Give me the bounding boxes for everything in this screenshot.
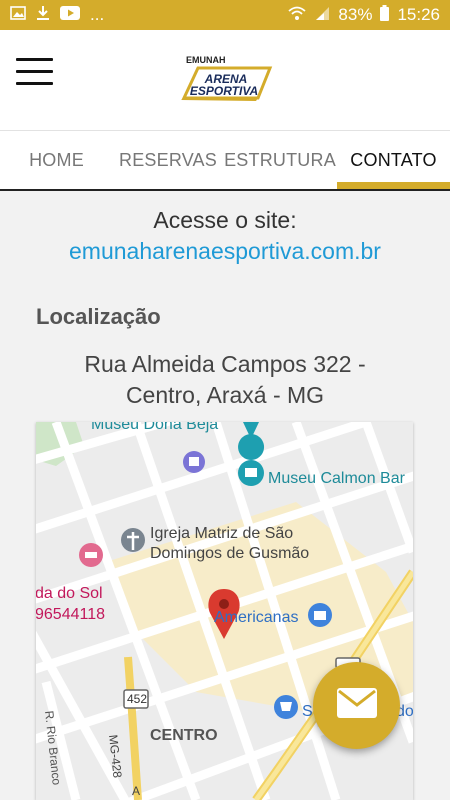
map-label-phone: 96544118 [36, 606, 105, 623]
svg-text:EMUNAH: EMUNAH [186, 55, 226, 65]
map-label-americanas: Americanas [214, 609, 299, 626]
image-icon [10, 5, 26, 25]
battery-percent: 83% [338, 5, 373, 24]
status-bar: ... 83% 15:26 [0, 0, 450, 30]
address-line-1: Rua Almeida Campos 322 - [84, 351, 366, 377]
map-label-hotel: da do Sol [36, 585, 103, 602]
status-ellipsis: ... [90, 5, 105, 24]
tab-home[interactable]: HOME [0, 131, 113, 189]
map-label-centro: CENTRO [150, 727, 218, 744]
hamburger-icon-bar [16, 70, 53, 73]
map-label-igreja-1: Igreja Matriz de São [150, 525, 294, 542]
tab-estrutura[interactable]: ESTRUTURA [223, 131, 337, 189]
signal-icon [314, 5, 330, 26]
map-label-museu-dona-beja: Museu Dona Beja [91, 422, 219, 433]
download-icon [36, 5, 50, 26]
nav-tabs: HOME RESERVAS ESTRUTURA CONTATO [0, 131, 450, 191]
brand-logo: EMUNAH ARENA ESPORTIVA [178, 52, 274, 104]
envelope-icon [336, 688, 377, 723]
clock: 15:26 [397, 5, 440, 24]
site-label: Acesse o site: [153, 207, 297, 233]
youtube-icon [60, 5, 80, 25]
battery-icon [380, 4, 390, 26]
map-label-supermarket: S [302, 703, 313, 720]
map-label-igreja-2: Domingos de Gusmão [150, 545, 310, 562]
map-label-road-452: 452 [127, 692, 148, 706]
site-link[interactable]: emunaharenaesportiva.com.br [0, 238, 450, 265]
tab-contato[interactable]: CONTATO [337, 131, 450, 189]
address-line-2: Centro, Araxá - MG [125, 382, 325, 408]
map-label-museu-calmon: Museu Calmon Bar [268, 470, 405, 487]
tab-reservas[interactable]: RESERVAS [113, 131, 223, 189]
wifi-icon [288, 5, 307, 26]
contact-fab[interactable] [313, 662, 400, 749]
map-label-road-a: A [132, 784, 141, 798]
svg-text:ESPORTIVA: ESPORTIVA [190, 84, 258, 98]
menu-button[interactable] [16, 58, 53, 88]
hamburger-icon-bar [16, 58, 53, 61]
app-header: EMUNAH ARENA ESPORTIVA [0, 30, 450, 131]
hamburger-icon-bar [16, 82, 53, 85]
location-title: Localização [36, 304, 161, 329]
address: Rua Almeida Campos 322 - Centro, Araxá -… [0, 349, 450, 411]
